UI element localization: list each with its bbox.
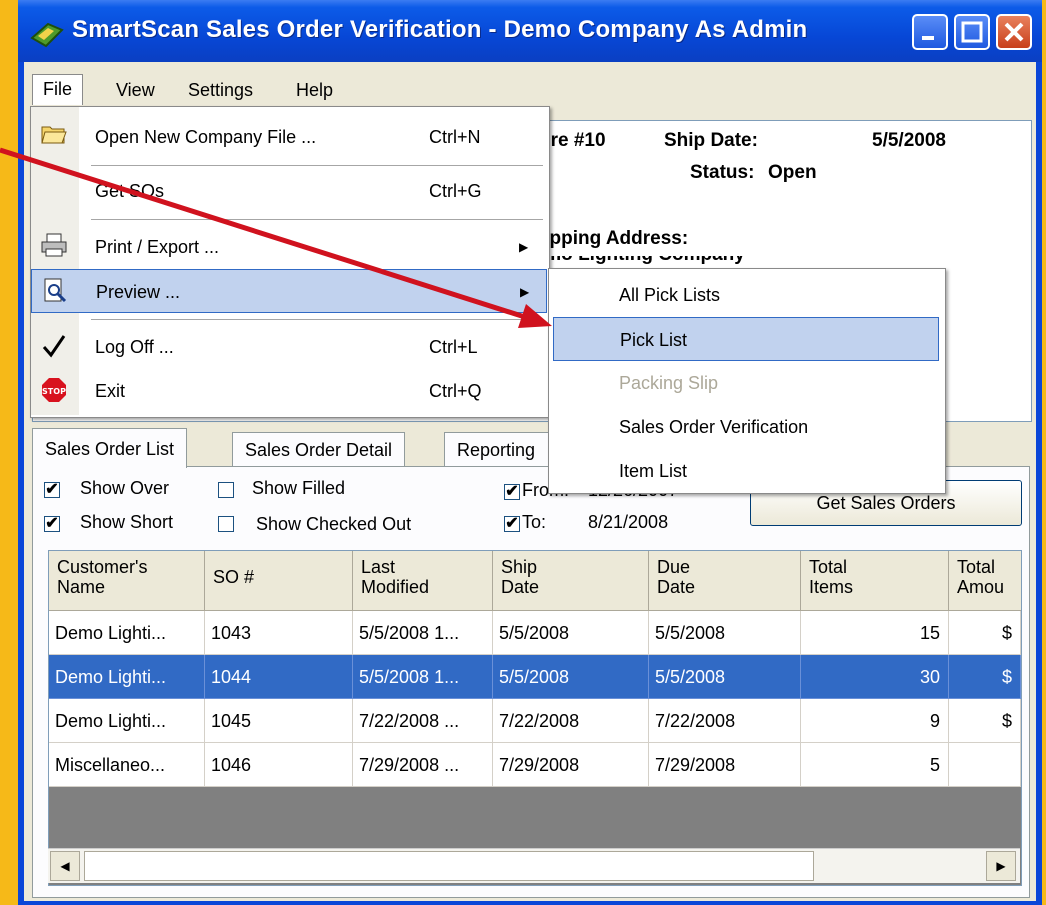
tab-sales-order-list[interactable]: Sales Order List bbox=[32, 428, 188, 468]
